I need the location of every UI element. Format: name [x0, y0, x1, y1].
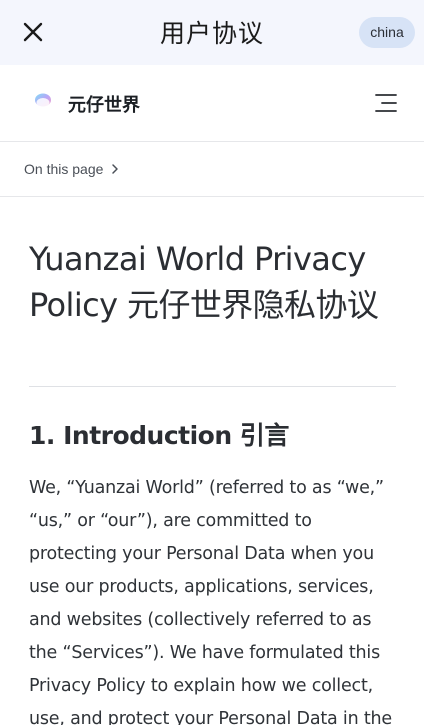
- brand-name[interactable]: 元仔世界: [68, 91, 140, 117]
- section-heading: 1. Introduction 引言: [29, 421, 289, 450]
- menu-button[interactable]: [374, 93, 398, 113]
- toc-label: On this page: [24, 161, 104, 177]
- region-badge[interactable]: china: [359, 17, 415, 48]
- logo-icon[interactable]: [29, 88, 57, 116]
- chevron-right-icon: [112, 164, 119, 174]
- on-this-page-toggle[interactable]: On this page: [24, 161, 120, 177]
- menu-icon: [375, 94, 397, 112]
- site-header: 元仔世界: [0, 65, 424, 142]
- article-header: Yuanzai World Privacy Policy 元仔世界隐私协议: [29, 236, 399, 328]
- divider: [29, 386, 396, 387]
- app-topbar: 用户协议 china: [0, 0, 424, 65]
- toc-bar: On this page: [0, 142, 424, 197]
- article-paragraph: We, “Yuanzai World” (referred to as “we,…: [29, 478, 392, 725]
- article-title: Yuanzai World Privacy Policy 元仔世界隐私协议: [29, 240, 379, 324]
